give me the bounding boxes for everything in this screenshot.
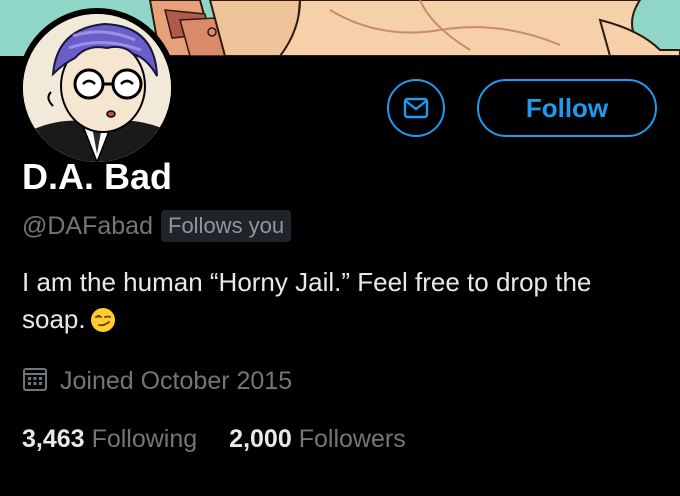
following-stat[interactable]: 3,463 Following [22,425,197,454]
handle-row: @DAFabad Follows you [22,209,292,243]
message-button[interactable] [387,79,445,137]
avatar-illustration [23,14,171,162]
joined-date-row: Joined October 2015 [22,364,292,398]
following-count: 3,463 [22,424,85,453]
follow-stats: 3,463 Following 2,000 Followers [22,422,406,456]
user-handle: @DAFabad [22,211,153,240]
follow-button[interactable]: Follow [477,79,657,137]
followers-label: Followers [298,424,406,453]
followers-count: 2,000 [229,424,292,453]
follows-you-badge: Follows you [161,210,292,242]
display-name: D.A. Bad [22,156,173,197]
avatar[interactable] [17,8,177,168]
calendar-icon [22,366,48,397]
smirking-face-emoji [90,306,116,343]
envelope-icon [403,97,429,119]
following-label: Following [91,424,198,453]
profile-bio: I am the human “Horny Jail.” Feel free t… [22,264,662,343]
joined-date: Joined October 2015 [60,366,293,395]
followers-stat[interactable]: 2,000 Followers [229,425,406,454]
